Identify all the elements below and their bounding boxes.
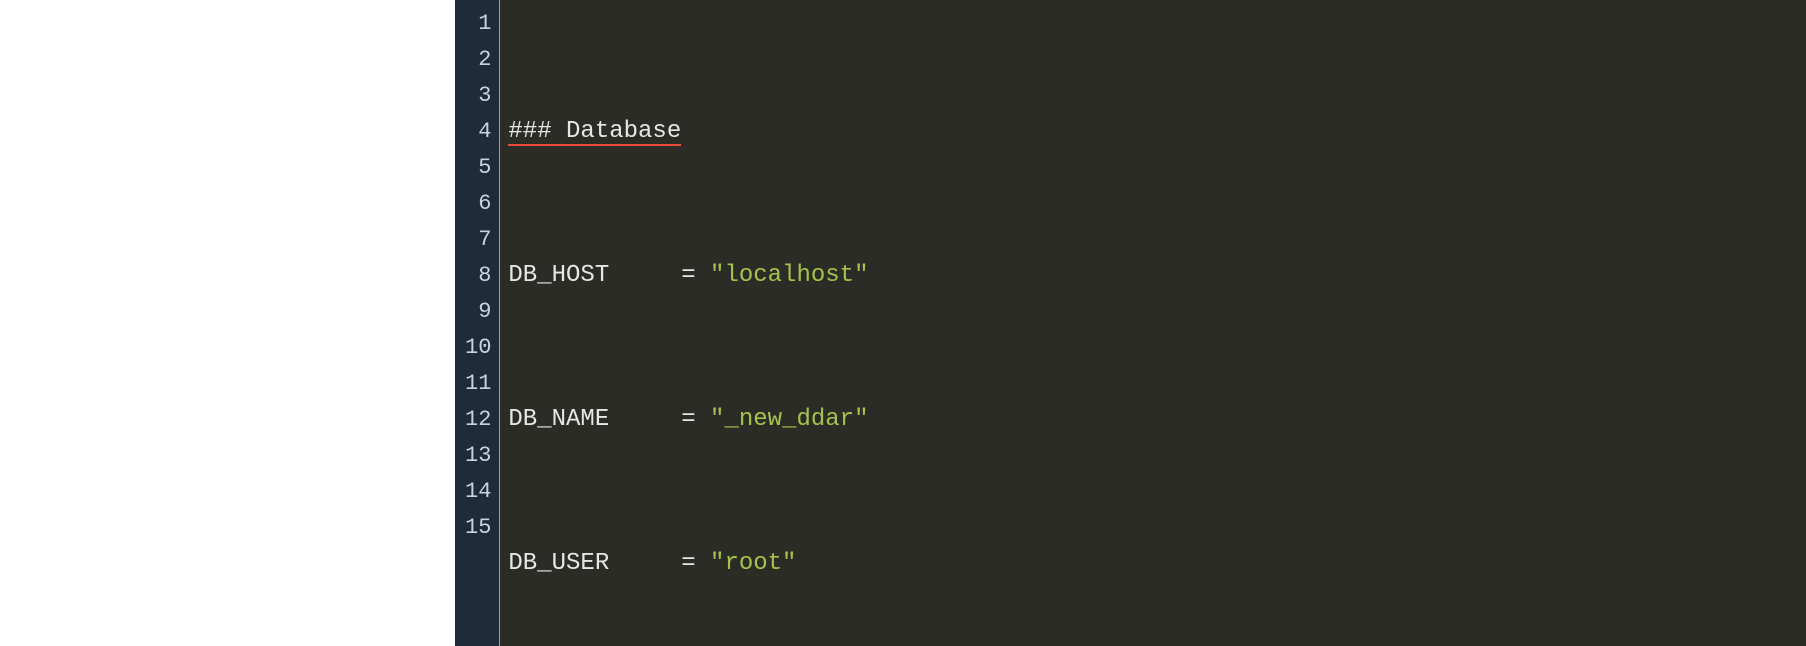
code-line[interactable]: DB_NAME = "_new_ddar" <box>508 402 1806 438</box>
line-number: 8 <box>465 258 491 294</box>
line-gutter: 1 2 3 4 5 6 7 8 9 10 11 12 13 14 15 <box>455 0 500 646</box>
code-line[interactable]: DB_HOST = "localhost" <box>508 258 1806 294</box>
heading-token: ### Database <box>508 118 681 146</box>
line-number: 1 <box>465 6 491 42</box>
key-token: DB_NAME <box>508 406 681 433</box>
line-number: 12 <box>465 402 491 438</box>
line-number: 13 <box>465 438 491 474</box>
line-number: 14 <box>465 474 491 510</box>
key-token: DB_HOST <box>508 262 681 289</box>
key-token: DB_USER <box>508 550 681 577</box>
line-number: 5 <box>465 150 491 186</box>
string-token: "_new_ddar" <box>710 406 868 433</box>
line-number: 9 <box>465 294 491 330</box>
code-line[interactable]: DB_USER = "root" <box>508 546 1806 582</box>
side-panel <box>0 0 455 646</box>
line-number: 4 <box>465 114 491 150</box>
code-line[interactable]: ### Database <box>508 114 1806 150</box>
code-area[interactable]: ### Database DB_HOST = "localhost" DB_NA… <box>500 0 1806 646</box>
eq-token: = <box>681 406 710 433</box>
eq-token: = <box>681 550 710 577</box>
line-number: 2 <box>465 42 491 78</box>
eq-token: = <box>681 262 710 289</box>
string-token: "root" <box>710 550 796 577</box>
line-number: 7 <box>465 222 491 258</box>
line-number: 10 <box>465 330 491 366</box>
line-number: 11 <box>465 366 491 402</box>
string-token: "localhost" <box>710 262 868 289</box>
line-number: 3 <box>465 78 491 114</box>
line-number: 15 <box>465 510 491 546</box>
app-root: 1 2 3 4 5 6 7 8 9 10 11 12 13 14 15 ### … <box>0 0 1806 646</box>
line-number: 6 <box>465 186 491 222</box>
code-editor[interactable]: 1 2 3 4 5 6 7 8 9 10 11 12 13 14 15 ### … <box>455 0 1806 646</box>
